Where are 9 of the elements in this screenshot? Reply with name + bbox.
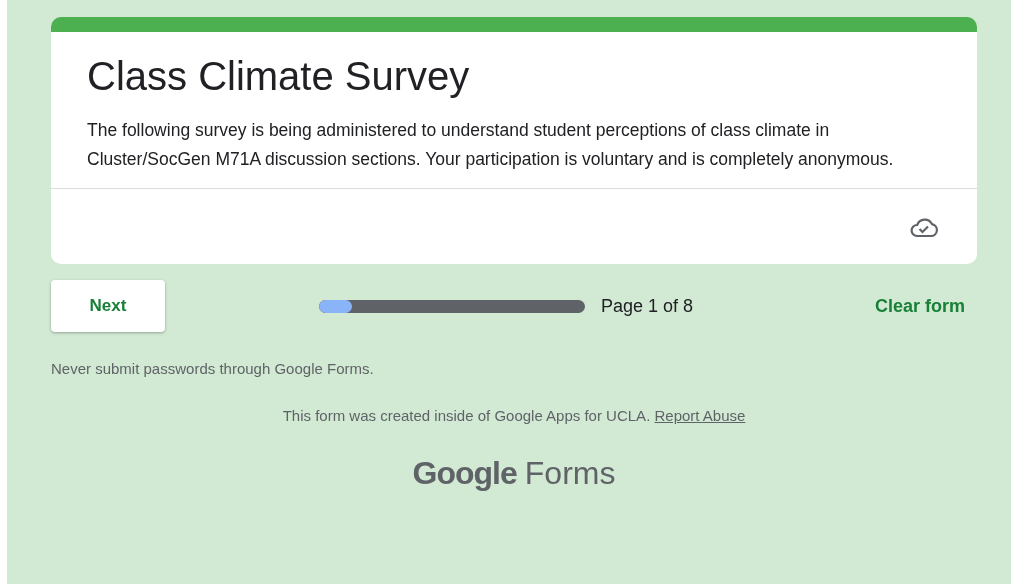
next-button[interactable]: Next [51,280,165,332]
report-abuse-link[interactable]: Report Abuse [654,406,746,424]
page-indicator: Page 1 of 8 [601,294,694,318]
form-description: The following survey is being administered to understand student perceptions of class climate in Cluster/SocGen M71A discussion sections. Your participation is voluntary and is completely anonymous. [86,119,895,171]
clear-form-link[interactable]: Clear form [874,292,977,320]
google-forms-logo: Google Forms [411,454,617,493]
password-warning: Never submit passwords through Google Forms. [51,359,375,379]
footer-notice: This form was created inside of Google Apps for UCLA. Report Abuse [281,405,747,426]
form-title: Class Climate Survey [86,53,471,100]
